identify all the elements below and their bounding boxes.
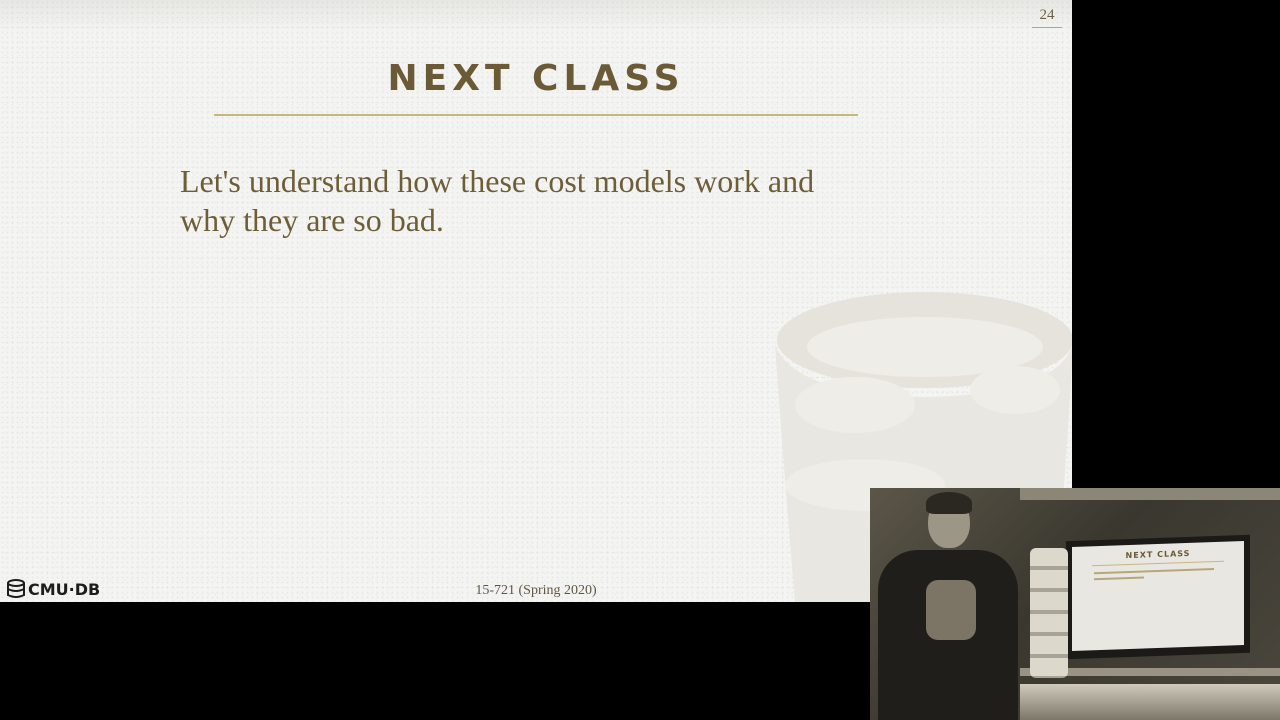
webcam-person-hair: [926, 492, 972, 514]
header-band: [0, 0, 1072, 32]
webcam-desk: [1020, 684, 1280, 720]
webcam-rolls: [1030, 548, 1068, 678]
webcam-video: NEXT CLASS: [870, 488, 1280, 720]
slide-number: 24: [1032, 7, 1062, 28]
slide-body: Let's understand how these cost models w…: [180, 162, 920, 240]
monitor-slide-text: [1094, 568, 1214, 575]
monitor-slide-text-2: [1094, 576, 1144, 581]
webcam-shelf: [1020, 488, 1280, 500]
monitor-slide-rule: [1092, 560, 1224, 567]
title-divider: [214, 114, 858, 116]
body-line-1: Let's understand how these cost models w…: [180, 163, 815, 199]
webcam-monitor-screen: NEXT CLASS: [1072, 540, 1244, 652]
slide-title: Next Class: [387, 58, 685, 99]
body-line-2: why they are so bad.: [180, 202, 444, 238]
webcam-shirt-graphic: [926, 580, 976, 640]
monitor-slide-title: NEXT CLASS: [1125, 548, 1191, 561]
